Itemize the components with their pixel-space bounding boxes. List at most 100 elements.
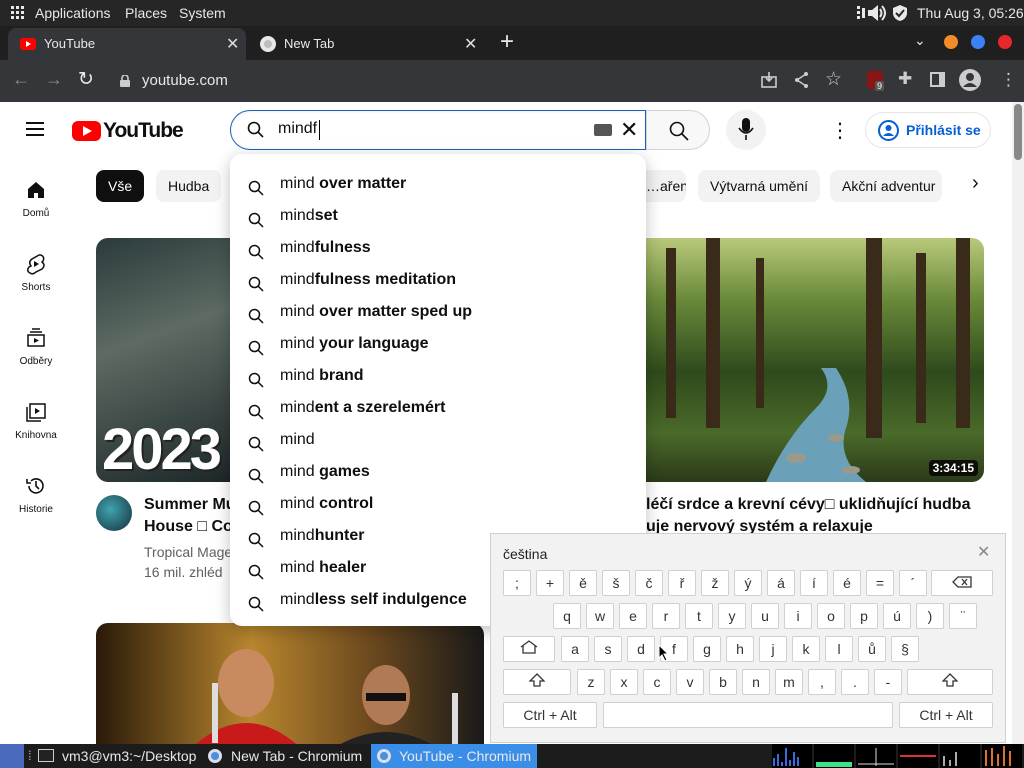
taskbar-item-youtube[interactable]: YouTube - Chromium (371, 744, 537, 768)
close-window-button[interactable] (998, 35, 1012, 49)
suggestion-item[interactable]: mind brand (230, 360, 646, 392)
key[interactable]: a (561, 636, 589, 662)
key[interactable]: u (751, 603, 779, 629)
applications-menu[interactable]: Applications (35, 5, 111, 21)
key[interactable]: - (874, 669, 902, 695)
suggestion-item[interactable]: mindset (230, 200, 646, 232)
page-scrollbar[interactable] (1012, 102, 1024, 744)
key[interactable]: k (792, 636, 820, 662)
clock[interactable]: Thu Aug 3, 05:26 (917, 5, 1024, 21)
sign-in-button[interactable]: Přihlásit se (865, 112, 991, 148)
new-tab-icon[interactable]: + (500, 28, 514, 56)
key[interactable]: v (676, 669, 704, 695)
key[interactable]: ý (734, 570, 762, 596)
key[interactable]: ž (701, 570, 729, 596)
key[interactable]: t (685, 603, 713, 629)
key[interactable]: l (825, 636, 853, 662)
clear-search-icon[interactable]: ✕ (620, 117, 638, 143)
taskbar-item-new-tab[interactable]: New Tab - Chromium (204, 744, 366, 768)
key[interactable]: b (709, 669, 737, 695)
key[interactable]: g (693, 636, 721, 662)
suggestion-item[interactable]: mindfulness meditation (230, 264, 646, 296)
key[interactable]: ů (858, 636, 886, 662)
suggestion-item[interactable]: mindent a szerelemért (230, 392, 646, 424)
key[interactable]: n (742, 669, 770, 695)
chip-visual-arts[interactable]: Výtvarná umění (698, 170, 821, 202)
key[interactable]: + (536, 570, 564, 596)
shift-left-key[interactable] (503, 669, 571, 695)
extensions-puzzle-icon[interactable]: ✚ (898, 69, 912, 89)
chips-next-icon[interactable]: › (972, 172, 979, 195)
backspace-key[interactable] (931, 570, 993, 596)
keyboard-close-icon[interactable]: ✕ (977, 542, 990, 562)
space-key[interactable] (603, 702, 893, 728)
maximize-button[interactable] (971, 35, 985, 49)
suggestion-item[interactable]: mind control (230, 488, 646, 520)
suggestion-item[interactable]: mind games (230, 456, 646, 488)
minimize-button[interactable] (944, 35, 958, 49)
apps-grid-icon[interactable] (11, 6, 25, 20)
key[interactable]: e (619, 603, 647, 629)
tab-search-icon[interactable]: ⌄ (914, 32, 926, 49)
profile-avatar-icon[interactable] (959, 69, 981, 91)
lock-icon[interactable] (120, 74, 130, 87)
video-title[interactable]: léčí srdce a krevní cévy□ uklidňující hu… (646, 496, 970, 514)
key[interactable]: d (627, 636, 655, 662)
show-desktop-button[interactable] (0, 744, 24, 768)
video-thumbnail-concert[interactable] (96, 623, 484, 744)
bookmark-star-icon[interactable]: ☆ (825, 68, 842, 91)
key[interactable]: r (652, 603, 680, 629)
key[interactable]: s (594, 636, 622, 662)
key[interactable]: h (726, 636, 754, 662)
nav-library[interactable]: Knihovna (0, 401, 72, 441)
tab-new-tab[interactable]: New Tab ✕ (248, 28, 486, 60)
tab-youtube[interactable]: YouTube ✕ (8, 28, 246, 60)
ctrl-alt-right-key[interactable]: Ctrl + Alt (899, 702, 993, 728)
nav-subscriptions[interactable]: Odběry (0, 327, 72, 367)
scrollbar-thumb[interactable] (1014, 104, 1022, 160)
forward-icon[interactable]: → (45, 69, 63, 90)
search-button[interactable] (646, 110, 710, 150)
suggestion-item[interactable]: mind over matter sped up (230, 296, 646, 328)
shift-right-key[interactable] (907, 669, 993, 695)
video-title[interactable]: Summer Mu (144, 496, 236, 514)
ctrl-alt-left-key[interactable]: Ctrl + Alt (503, 702, 597, 728)
key[interactable]: , (808, 669, 836, 695)
suggestion-item[interactable]: mindfulness (230, 232, 646, 264)
ublock-extension-icon[interactable]: 9 (867, 71, 885, 91)
omnibox[interactable]: youtube.com (108, 65, 848, 97)
chrome-menu-icon[interactable]: ⋮ (1000, 70, 1017, 90)
volume-icon[interactable] (866, 3, 888, 23)
close-tab-icon[interactable]: ✕ (226, 34, 239, 54)
key[interactable]: ú (883, 603, 911, 629)
back-icon[interactable]: ← (12, 69, 30, 90)
key[interactable]: m (775, 669, 803, 695)
voice-search-button[interactable] (726, 110, 766, 150)
nav-shorts[interactable]: Shorts (0, 253, 72, 293)
system-menu[interactable]: System (179, 5, 226, 21)
places-menu[interactable]: Places (125, 5, 167, 21)
nav-home[interactable]: Domů (0, 179, 72, 219)
key[interactable]: í (800, 570, 828, 596)
key[interactable]: ) (916, 603, 944, 629)
key[interactable]: o (817, 603, 845, 629)
key[interactable]: á (767, 570, 795, 596)
key[interactable]: i (784, 603, 812, 629)
key[interactable]: é (833, 570, 861, 596)
key[interactable]: x (610, 669, 638, 695)
settings-more-icon[interactable]: ⋮ (830, 118, 850, 143)
key[interactable]: j (759, 636, 787, 662)
key[interactable]: z (577, 669, 605, 695)
key[interactable]: ¨ (949, 603, 977, 629)
close-tab-icon[interactable]: ✕ (464, 34, 477, 54)
side-panel-icon[interactable] (930, 72, 945, 87)
suggestion-item[interactable]: mind (230, 424, 646, 456)
key[interactable]: § (891, 636, 919, 662)
hamburger-menu-icon[interactable] (26, 122, 46, 138)
channel-avatar[interactable] (96, 495, 132, 531)
key[interactable]: ř (668, 570, 696, 596)
key[interactable]: = (866, 570, 894, 596)
video-title-line2[interactable]: House □ Co (144, 518, 233, 536)
video-thumbnail-forest[interactable]: 3:34:15 (646, 238, 984, 482)
video-thumbnail[interactable]: 2023 (96, 238, 236, 482)
